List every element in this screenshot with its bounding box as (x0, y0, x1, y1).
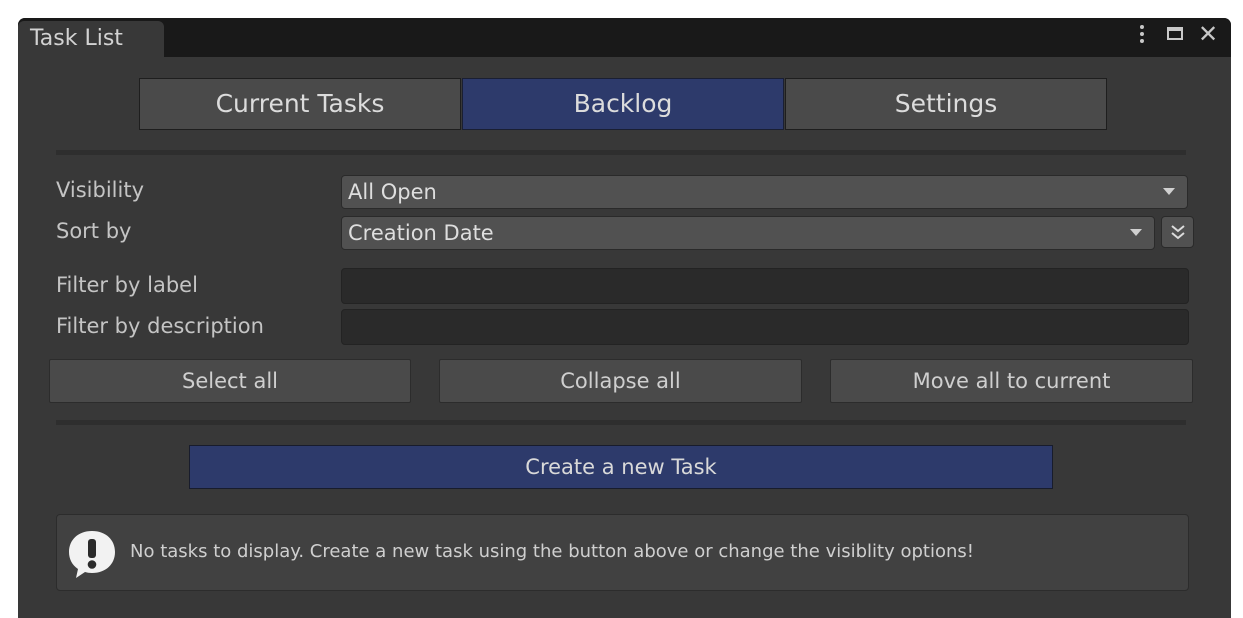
caret-down-icon (1130, 229, 1142, 236)
tab-current-tasks[interactable]: Current Tasks (139, 78, 461, 130)
filter-description-input[interactable] (341, 309, 1189, 345)
task-list-window: Task List ✕ Current Tasks Backlog Settin… (18, 18, 1231, 618)
sort-direction-button[interactable] (1161, 216, 1194, 248)
divider (56, 420, 1186, 425)
double-chevron-down-icon (1171, 225, 1185, 240)
filter-label-label: Filter by label (56, 273, 198, 297)
tab-settings[interactable]: Settings (785, 78, 1107, 130)
help-box: No tasks to display. Create a new task u… (56, 514, 1189, 591)
create-task-button[interactable]: Create a new Task (189, 445, 1053, 489)
visibility-value: All Open (348, 180, 437, 204)
window-tab-title[interactable]: Task List (18, 21, 164, 57)
kebab-menu-icon[interactable] (1138, 18, 1146, 50)
close-icon[interactable]: ✕ (1197, 18, 1219, 50)
view-tabs: Current Tasks Backlog Settings (139, 78, 1107, 130)
filter-description-label: Filter by description (56, 314, 264, 338)
move-all-to-current-button[interactable]: Move all to current (830, 359, 1193, 403)
title-bar: Task List ✕ (18, 18, 1231, 57)
exclamation-bubble-icon (69, 531, 115, 578)
sort-label: Sort by (56, 219, 132, 243)
collapse-all-button[interactable]: Collapse all (439, 359, 802, 403)
sort-value: Creation Date (348, 221, 494, 245)
help-message: No tasks to display. Create a new task u… (130, 541, 974, 562)
select-all-button[interactable]: Select all (49, 359, 411, 403)
visibility-dropdown[interactable]: All Open (341, 175, 1188, 209)
divider (56, 150, 1186, 155)
filter-label-input[interactable] (341, 268, 1189, 304)
visibility-label: Visibility (56, 178, 145, 202)
sort-dropdown[interactable]: Creation Date (341, 216, 1155, 250)
caret-down-icon (1163, 188, 1175, 195)
tab-backlog[interactable]: Backlog (462, 78, 784, 130)
maximize-icon[interactable] (1167, 27, 1183, 40)
